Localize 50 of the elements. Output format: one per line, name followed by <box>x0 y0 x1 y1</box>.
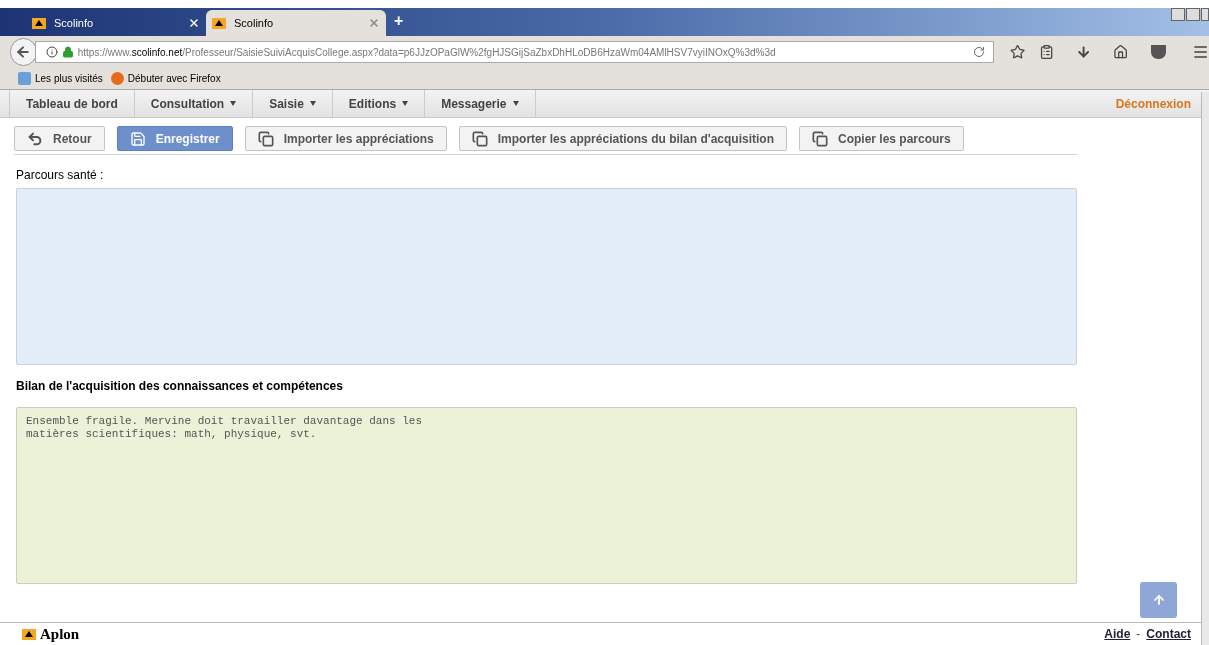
bookmark-link[interactable]: Débuter avec Firefox <box>110 71 221 86</box>
list-icon[interactable] <box>1038 44 1055 60</box>
copy-icon <box>812 130 828 147</box>
back-button[interactable]: Retour <box>14 126 105 151</box>
field-label: Parcours santé : <box>16 167 105 184</box>
caret-icon <box>309 101 316 106</box>
section-heading: Bilan de l'acquisition des connaissances et compétences <box>16 378 344 395</box>
menu-item[interactable]: Editions <box>332 90 426 117</box>
pocket-icon[interactable] <box>1150 45 1166 59</box>
copy-icon <box>257 130 274 147</box>
back-arrow-icon <box>27 130 43 147</box>
back-button[interactable] <box>10 38 37 66</box>
tab-title: Scolinfo <box>54 15 95 31</box>
toolbar-button[interactable]: Importer les appréciations du bilan d'acquisition <box>458 126 787 151</box>
caret-icon <box>402 101 409 106</box>
url-text: https://www.scolinfo.net/Professeur/SaisieSuiviAcquisCollege.aspx?data=p6JJzOPaGlW%2fgHJSGijSaZbxDhHLoDB6HzaWm04AMlHSV7vyiINOxQ%3d%3d <box>77 45 777 60</box>
menu-item[interactable]: Messagerie <box>425 90 536 117</box>
logo-icon <box>22 628 36 640</box>
browser-tab[interactable]: Scolinfo <box>26 10 206 36</box>
bookmark-link[interactable]: Les plus visités <box>18 71 103 86</box>
lock-icon <box>61 46 74 58</box>
info-icon[interactable] <box>45 46 58 58</box>
new-tab-button[interactable]: + <box>394 9 404 33</box>
separator-text: - <box>1136 626 1141 643</box>
menu-item[interactable]: Tableau de bord <box>10 90 135 117</box>
aplon-logo[interactable]: Aplon <box>22 622 80 645</box>
toolbar-button[interactable]: Copier les parcours <box>799 126 964 151</box>
copy-icon <box>471 130 488 147</box>
browser-tab[interactable]: Scolinfo <box>206 10 386 36</box>
tab-title: Scolinfo <box>234 15 275 31</box>
tab-favicon <box>212 17 226 29</box>
menu-item[interactable]: Saisie <box>253 90 333 117</box>
home-icon[interactable] <box>1113 44 1129 60</box>
menu-item[interactable]: Consultation <box>134 90 254 117</box>
caret-icon <box>512 101 519 106</box>
window-controls <box>1171 8 1209 21</box>
toolbar-button[interactable]: Importer les appréciations <box>244 126 447 151</box>
close-icon[interactable] <box>188 17 200 29</box>
reload-icon[interactable] <box>972 46 985 58</box>
caret-icon <box>230 101 237 106</box>
star-icon[interactable] <box>1009 44 1025 60</box>
footer-link[interactable]: Aide <box>1104 625 1131 643</box>
text-area[interactable]: Ensemble fragile. Mervine doit travailler davantage dans les matières scientifiques: math, physique, svt. <box>16 407 1077 584</box>
address-bar[interactable]: https://www.scolinfo.net/Professeur/SaisieSuiviAcquisCollege.aspx?data=p6JJzOPaGlW%2fgHJSGijSaZbxDhHLoDB6HzaWm04AMlHSV7vyiINOxQ%3d%3d <box>34 41 994 63</box>
scrollbar[interactable] <box>1201 92 1209 645</box>
tab-favicon <box>32 17 46 29</box>
up-arrow-icon <box>1151 593 1166 607</box>
download-icon[interactable] <box>1076 44 1092 60</box>
menu-icon[interactable] <box>1191 43 1209 61</box>
footer-link[interactable]: Contact <box>1146 625 1191 643</box>
